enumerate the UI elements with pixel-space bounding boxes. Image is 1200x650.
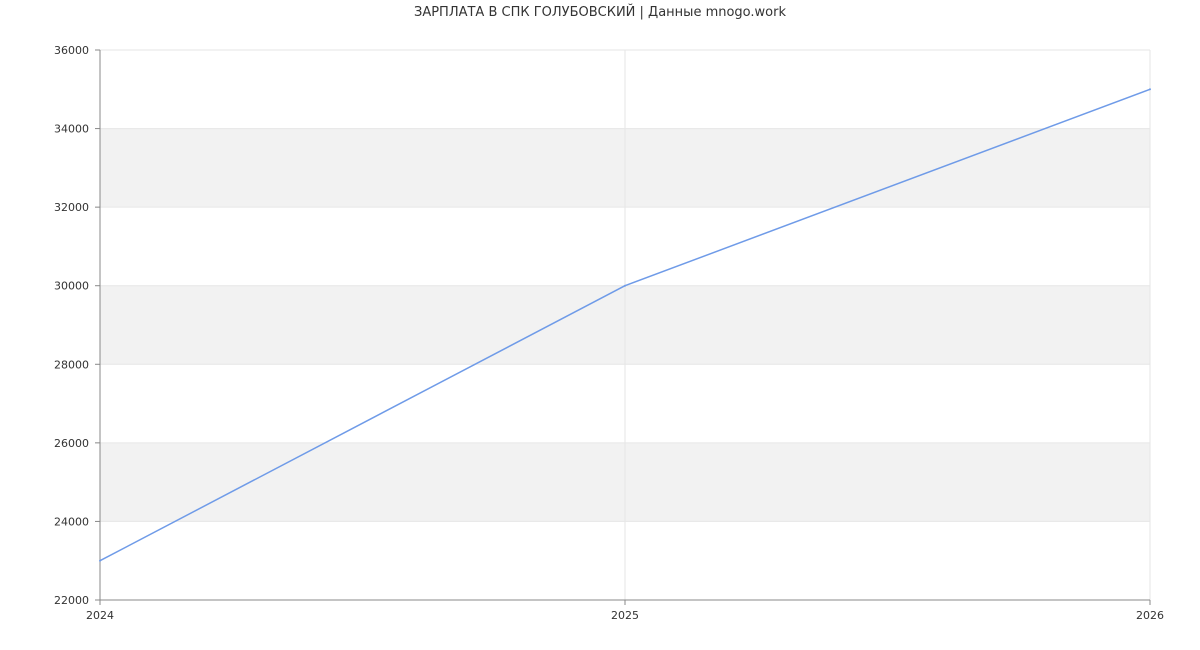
- y-tick-label: 24000: [54, 515, 89, 528]
- y-tick-label: 28000: [54, 358, 89, 371]
- x-tick-label: 2025: [611, 609, 639, 622]
- y-tick-label: 22000: [54, 594, 89, 607]
- y-tick-label: 34000: [54, 123, 89, 136]
- y-tick-label: 32000: [54, 201, 89, 214]
- data-point: [624, 284, 626, 287]
- data-point: [99, 559, 101, 562]
- x-tick-label: 2026: [1136, 609, 1164, 622]
- x-tick-label: 2024: [86, 609, 114, 622]
- y-tick-label: 30000: [54, 280, 89, 293]
- y-tick-label: 36000: [54, 44, 89, 57]
- y-tick-label: 26000: [54, 437, 89, 450]
- data-point: [1149, 88, 1151, 91]
- line-chart: 22000 24000 26000 28000 30000 32000 34000 36000…: [54, 44, 1164, 622]
